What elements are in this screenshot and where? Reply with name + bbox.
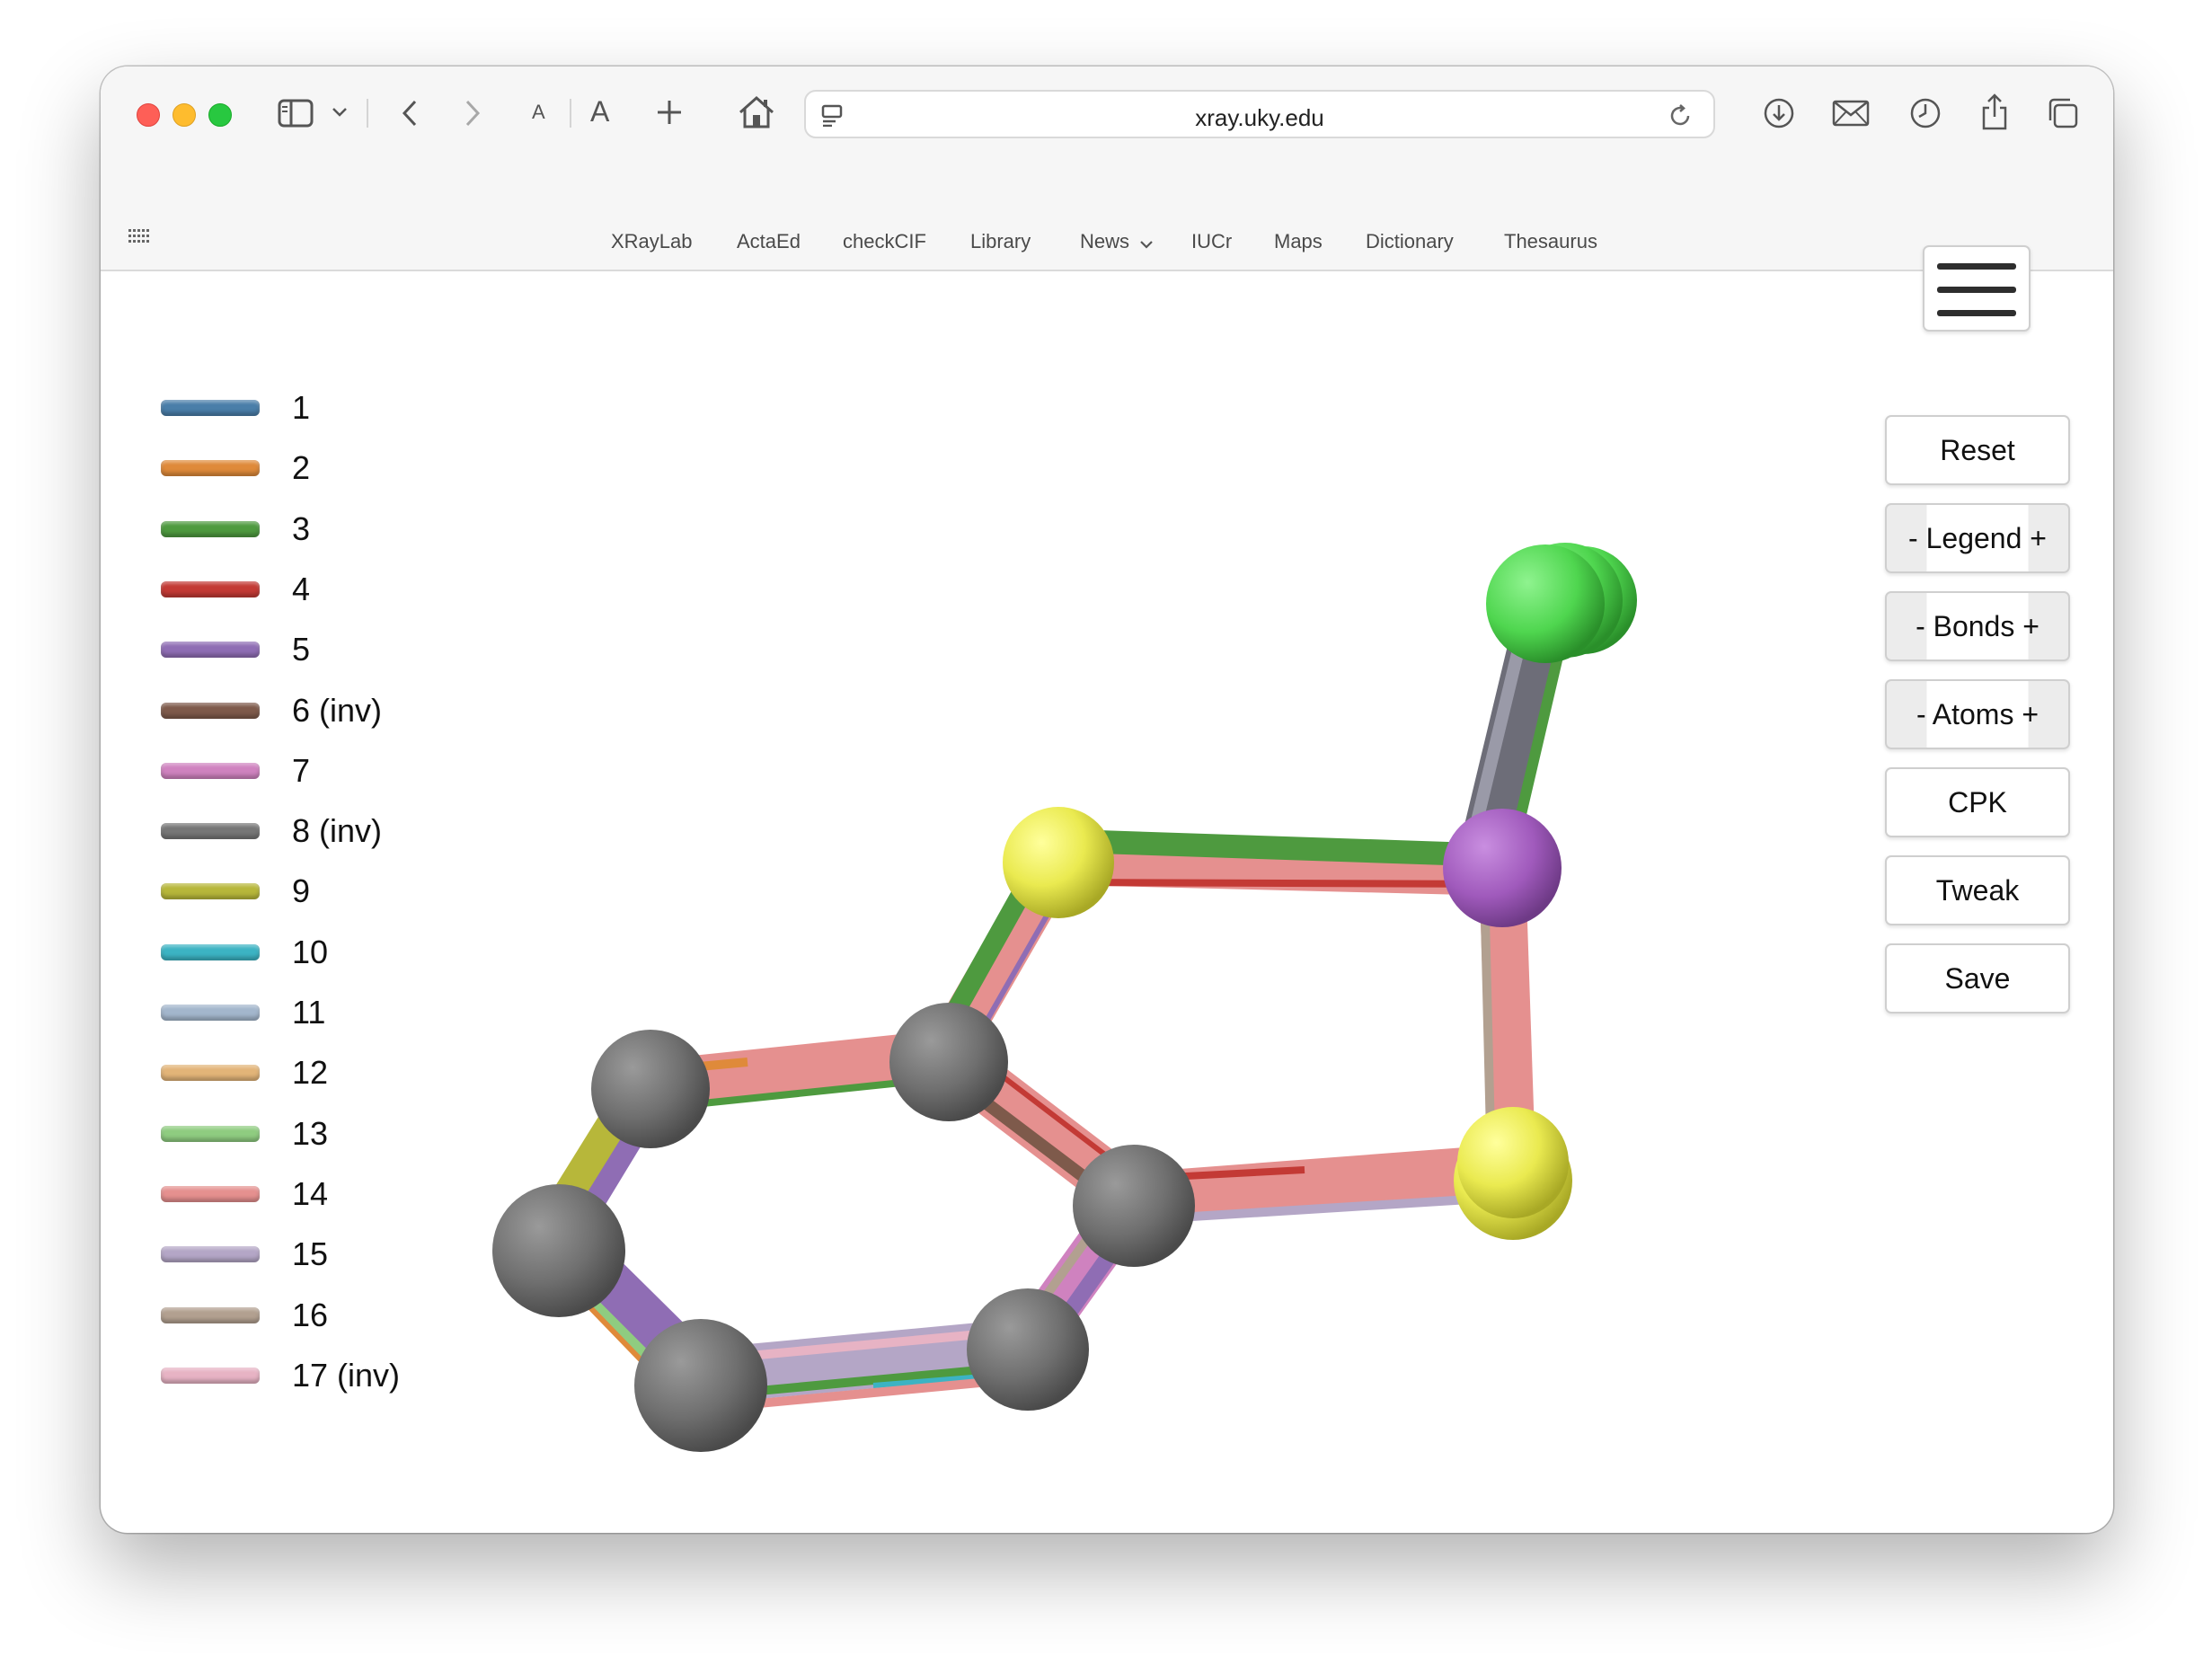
mail-icon[interactable]: [1831, 97, 1871, 129]
sidebar-icon[interactable]: [276, 95, 315, 131]
reset-button[interactable]: Reset: [1885, 415, 2070, 485]
hamburger-icon-line: [1937, 287, 2016, 293]
atom-carbon-1: [889, 1003, 1008, 1121]
hamburger-icon: [1937, 263, 2016, 270]
zoom-window-button[interactable]: [208, 103, 232, 127]
atom-sulfur-2: [1454, 1107, 1572, 1240]
legend-size-button[interactable]: - Legend +: [1885, 503, 2070, 573]
molecule-viewer[interactable]: [101, 271, 2113, 1533]
text-bigger-button[interactable]: A: [590, 95, 609, 128]
tab-overview-icon[interactable]: [2045, 95, 2081, 131]
bookmark-maps[interactable]: Maps: [1274, 230, 1323, 253]
bookmark-thesaurus[interactable]: Thesaurus: [1504, 230, 1597, 253]
home-icon[interactable]: [737, 93, 776, 131]
atom-carbon-3: [967, 1288, 1089, 1411]
toolbar-divider: [367, 99, 368, 128]
history-icon[interactable]: [1907, 95, 1943, 131]
hamburger-menu-button[interactable]: [1923, 245, 2031, 332]
text-smaller-button[interactable]: A: [532, 101, 545, 124]
cpk-button[interactable]: CPK: [1885, 767, 2070, 837]
tweak-button[interactable]: Tweak: [1885, 855, 2070, 925]
browser-window: A A xray.uky.edu XRayLab ActaEd checkCIF…: [101, 66, 2113, 1533]
minimize-window-button[interactable]: [173, 103, 196, 127]
toolbar-divider: [570, 99, 571, 128]
downloads-icon[interactable]: [1761, 95, 1797, 131]
share-icon[interactable]: [1978, 92, 2011, 131]
chevron-down-icon[interactable]: [330, 102, 349, 122]
atom-sulfur-1: [1003, 807, 1114, 918]
atom-carbon-2: [1073, 1145, 1195, 1267]
apps-grid-icon[interactable]: [128, 226, 151, 250]
bookmarks-bar: XRayLab ActaEd checkCIF Library News IUC…: [101, 203, 2113, 271]
browser-toolbar: A A xray.uky.edu: [101, 66, 2113, 205]
close-window-button[interactable]: [137, 103, 160, 127]
atom-phosphorus: [1443, 809, 1562, 927]
atom-chlorine: [1486, 543, 1637, 663]
bookmark-library[interactable]: Library: [970, 230, 1031, 253]
address-bar[interactable]: xray.uky.edu: [804, 90, 1715, 138]
bookmark-dictionary[interactable]: Dictionary: [1366, 230, 1454, 253]
bookmark-actaed[interactable]: ActaEd: [737, 230, 801, 253]
reload-icon[interactable]: [1667, 102, 1694, 129]
bonds-size-button[interactable]: - Bonds +: [1885, 591, 2070, 661]
back-icon[interactable]: [394, 95, 426, 131]
bookmark-checkcif[interactable]: checkCIF: [843, 230, 926, 253]
bookmark-iucr[interactable]: IUCr: [1191, 230, 1232, 253]
hamburger-icon-line: [1937, 310, 2016, 316]
url-text: xray.uky.edu: [1195, 104, 1324, 131]
save-button[interactable]: Save: [1885, 943, 2070, 1013]
forward-icon[interactable]: [456, 95, 489, 131]
atom-carbon-5: [492, 1184, 625, 1317]
chevron-down-icon: [1140, 231, 1153, 254]
atom-carbon-6: [591, 1030, 710, 1148]
plus-icon[interactable]: [654, 97, 685, 128]
bookmark-news-label: News: [1080, 230, 1130, 252]
page-content: 123456 (inv) 7 8 (inv) 9 10 11 12 13 14 15 16 17 (i…: [101, 245, 2113, 1533]
bond-s1-p: [1070, 829, 1503, 896]
bookmark-xraylab[interactable]: XRayLab: [611, 230, 693, 253]
bookmark-news[interactable]: News: [1080, 230, 1153, 254]
atoms-size-button[interactable]: - Atoms +: [1885, 679, 2070, 749]
atom-carbon-4: [634, 1319, 767, 1452]
